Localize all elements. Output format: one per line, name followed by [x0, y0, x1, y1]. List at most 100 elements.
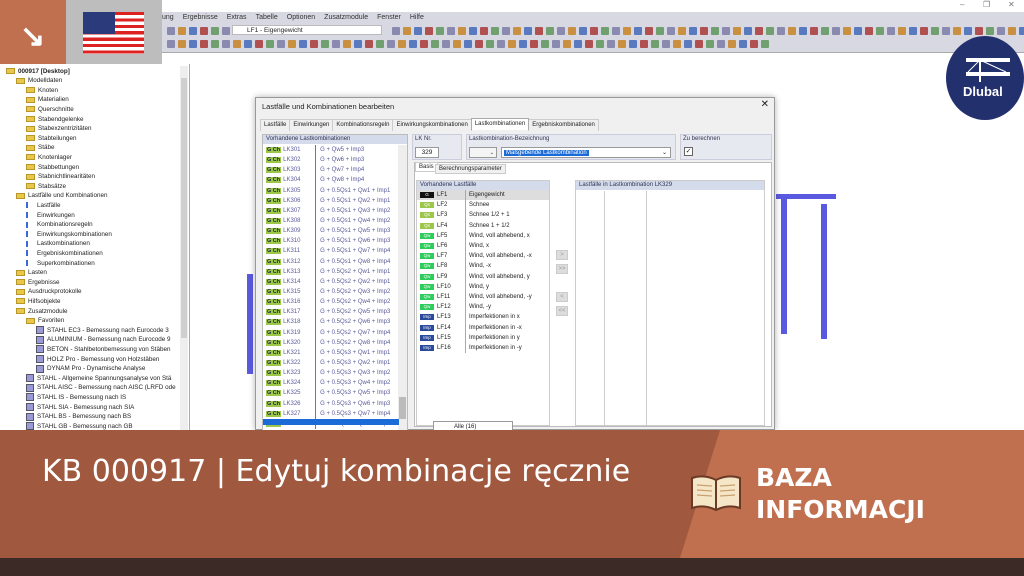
tree-item[interactable]: 000917 [Desktop] — [6, 66, 70, 76]
navigator-scroll-thumb[interactable] — [181, 78, 187, 338]
toolbar-button-icon[interactable] — [722, 26, 730, 35]
tree-item[interactable]: HOLZ Pro - Bemessung von Holzstäben — [36, 354, 159, 364]
combination-row[interactable]: G Ch LK310 G + 0.5Qs1 + Qw6 + Imp3 — [263, 236, 399, 247]
tab-ergebniskombinationen[interactable]: Ergebniskombinationen — [528, 119, 599, 131]
tree-item[interactable]: Knotenlager — [26, 152, 72, 162]
loadcase-row[interactable]: Imp LF14 Imperfektionen in -x — [417, 322, 549, 333]
toolbar-button-icon[interactable] — [310, 39, 318, 48]
combination-row[interactable]: G Ch LK314 G + 0.5Qs2 + Qw2 + Imp1 — [263, 276, 399, 287]
toolbar-button-icon[interactable] — [425, 26, 433, 35]
toolbar-button-icon[interactable] — [645, 26, 653, 35]
combination-row[interactable]: G Ch LK302 G + Qw6 + Imp3 — [263, 155, 399, 166]
combination-row[interactable]: G Ch LK318 G + 0.5Qs2 + Qw6 + Imp3 — [263, 317, 399, 328]
tree-item[interactable]: Stabteilungen — [26, 133, 77, 143]
tree-item[interactable]: ALUMINIUM - Bemessung nach Eurocode 9 — [36, 335, 171, 345]
minimize-icon[interactable]: – — [960, 0, 964, 9]
toolbar-button-icon[interactable] — [469, 26, 477, 35]
tree-item[interactable]: DYNAM Pro - Dynamische Analyse — [36, 364, 145, 374]
toolbar-button-icon[interactable] — [810, 26, 818, 35]
toolbar-button-icon[interactable] — [585, 39, 593, 48]
toolbar-button-icon[interactable] — [299, 39, 307, 48]
toolbar-button-icon[interactable] — [563, 39, 571, 48]
tree-item[interactable]: Stabendgelenke — [26, 114, 84, 124]
toolbar-button-icon[interactable] — [1008, 26, 1016, 35]
tree-item[interactable]: Lasten — [16, 268, 47, 278]
toolbar-button-icon[interactable] — [365, 39, 373, 48]
combination-row[interactable]: G Ch LK303 G + Qw7 + Imp4 — [263, 165, 399, 176]
toolbar-button-icon[interactable] — [524, 26, 532, 35]
add-button[interactable]: > — [556, 250, 568, 260]
toolbar-button-icon[interactable] — [733, 26, 741, 35]
toolbar-button-icon[interactable] — [678, 26, 686, 35]
loadcase-row[interactable]: Qw LF8 Wind, -x — [417, 261, 549, 272]
toolbar-button-icon[interactable] — [634, 26, 642, 35]
tree-item[interactable]: Favoriten — [26, 316, 64, 326]
toolbar-button-icon[interactable] — [167, 39, 175, 48]
loadcase-row[interactable]: Qs LF4 Schnee 1 + 1/2 — [417, 220, 549, 231]
toolbar-button-icon[interactable] — [167, 26, 175, 35]
toolbar-button-icon[interactable] — [447, 26, 455, 35]
toolbar-button-icon[interactable] — [332, 39, 340, 48]
toolbar-button-icon[interactable] — [821, 26, 829, 35]
toolbar-button-icon[interactable] — [546, 26, 554, 35]
toolbar-button-icon[interactable] — [596, 39, 604, 48]
toolbar-button-icon[interactable] — [211, 26, 219, 35]
menu-hilfe[interactable]: Hilfe — [410, 14, 424, 21]
toolbar-button-icon[interactable] — [975, 26, 983, 35]
toolbar-button-icon[interactable] — [519, 39, 527, 48]
selected-combination-row[interactable] — [263, 419, 399, 425]
combination-row[interactable]: G Ch LK324 G + 0.5Qs3 + Qw4 + Imp2 — [263, 378, 399, 389]
toolbar-button-icon[interactable] — [629, 39, 637, 48]
menu-zusatzmodule[interactable]: Zusatzmodule — [324, 14, 368, 21]
toolbar-button-icon[interactable] — [590, 26, 598, 35]
toolbar-button-icon[interactable] — [750, 39, 758, 48]
toolbar-button-icon[interactable] — [920, 26, 928, 35]
color-select[interactable]: ⌄ — [469, 147, 497, 158]
toolbar-button-icon[interactable] — [964, 26, 972, 35]
combination-row[interactable]: G Ch LK323 G + 0.5Qs3 + Qw3 + Imp2 — [263, 368, 399, 379]
close-window-icon[interactable]: ✕ — [1008, 0, 1015, 9]
toolbar-button-icon[interactable] — [832, 26, 840, 35]
loadcase-list[interactable]: G LF1 Eigengewicht Qs LF2 Schnee Qs LF3 Schnee 1… — [417, 190, 549, 353]
toolbar-button-icon[interactable] — [574, 39, 582, 48]
tree-item[interactable]: STAHL BS - Bemessung nach BS — [26, 412, 131, 422]
toolbar-button-icon[interactable] — [414, 26, 422, 35]
combination-row[interactable]: G Ch LK304 G + Qw8 + Imp4 — [263, 175, 399, 186]
toolbar-button-icon[interactable] — [480, 26, 488, 35]
combination-row[interactable]: G Ch LK322 G + 0.5Qs3 + Qw2 + Imp1 — [263, 357, 399, 369]
tree-item[interactable]: Querschnitte — [26, 104, 74, 114]
combination-row[interactable]: G Ch LK301 G + Qw5 + Imp3 — [263, 145, 399, 156]
add-all-button[interactable]: >> — [556, 264, 568, 274]
tree-item[interactable]: STAHL SIA - Bemessung nach SIA — [26, 402, 134, 412]
loadcase-row[interactable]: Imp LF13 Imperfektionen in x — [417, 312, 549, 323]
combination-row[interactable]: G Ch LK308 G + 0.5Qs1 + Qw4 + Imp2 — [263, 215, 399, 227]
toolbar-button-icon[interactable] — [233, 39, 241, 48]
tree-item[interactable]: Ausdruckprotokolle — [16, 287, 82, 297]
toolbar-button-icon[interactable] — [178, 39, 186, 48]
restore-icon[interactable]: ❐ — [983, 0, 990, 9]
dialog-close-icon[interactable]: ✕ — [761, 99, 769, 110]
toolbar-button-icon[interactable] — [623, 26, 631, 35]
toolbar-button-icon[interactable] — [403, 26, 411, 35]
toolbar-button-icon[interactable] — [255, 39, 263, 48]
tab-einwirkungen[interactable]: Einwirkungen — [289, 119, 334, 131]
toolbar-button-icon[interactable] — [266, 39, 274, 48]
menu-ergebnisse[interactable]: Ergebnisse — [183, 14, 218, 21]
tab-lastfälle[interactable]: Lastfälle — [260, 119, 291, 131]
combination-row[interactable]: G Ch LK309 G + 0.5Qs1 + Qw5 + Imp3 — [263, 226, 399, 237]
toolbar-button-icon[interactable] — [508, 39, 516, 48]
toolbar-button-icon[interactable] — [491, 26, 499, 35]
toolbar-button-icon[interactable] — [662, 39, 670, 48]
tree-item[interactable]: Materialien — [26, 95, 69, 105]
toolbar-button-icon[interactable] — [222, 26, 230, 35]
toolbar-button-icon[interactable] — [557, 26, 565, 35]
toolbar-button-icon[interactable] — [530, 39, 538, 48]
combination-row[interactable]: G Ch LK315 G + 0.5Qs2 + Qw3 + Imp2 — [263, 286, 399, 298]
tree-item[interactable]: Ergebnisse — [16, 277, 60, 287]
toolbar-button-icon[interactable] — [398, 39, 406, 48]
toolbar-button-icon[interactable] — [387, 39, 395, 48]
combination-row[interactable]: G Ch LK327 G + 0.5Qs3 + Qw7 + Imp4 — [263, 408, 399, 419]
toolbar-button-icon[interactable] — [288, 39, 296, 48]
toolbar-button-icon[interactable] — [684, 39, 692, 48]
toolbar-button-icon[interactable] — [409, 39, 417, 48]
